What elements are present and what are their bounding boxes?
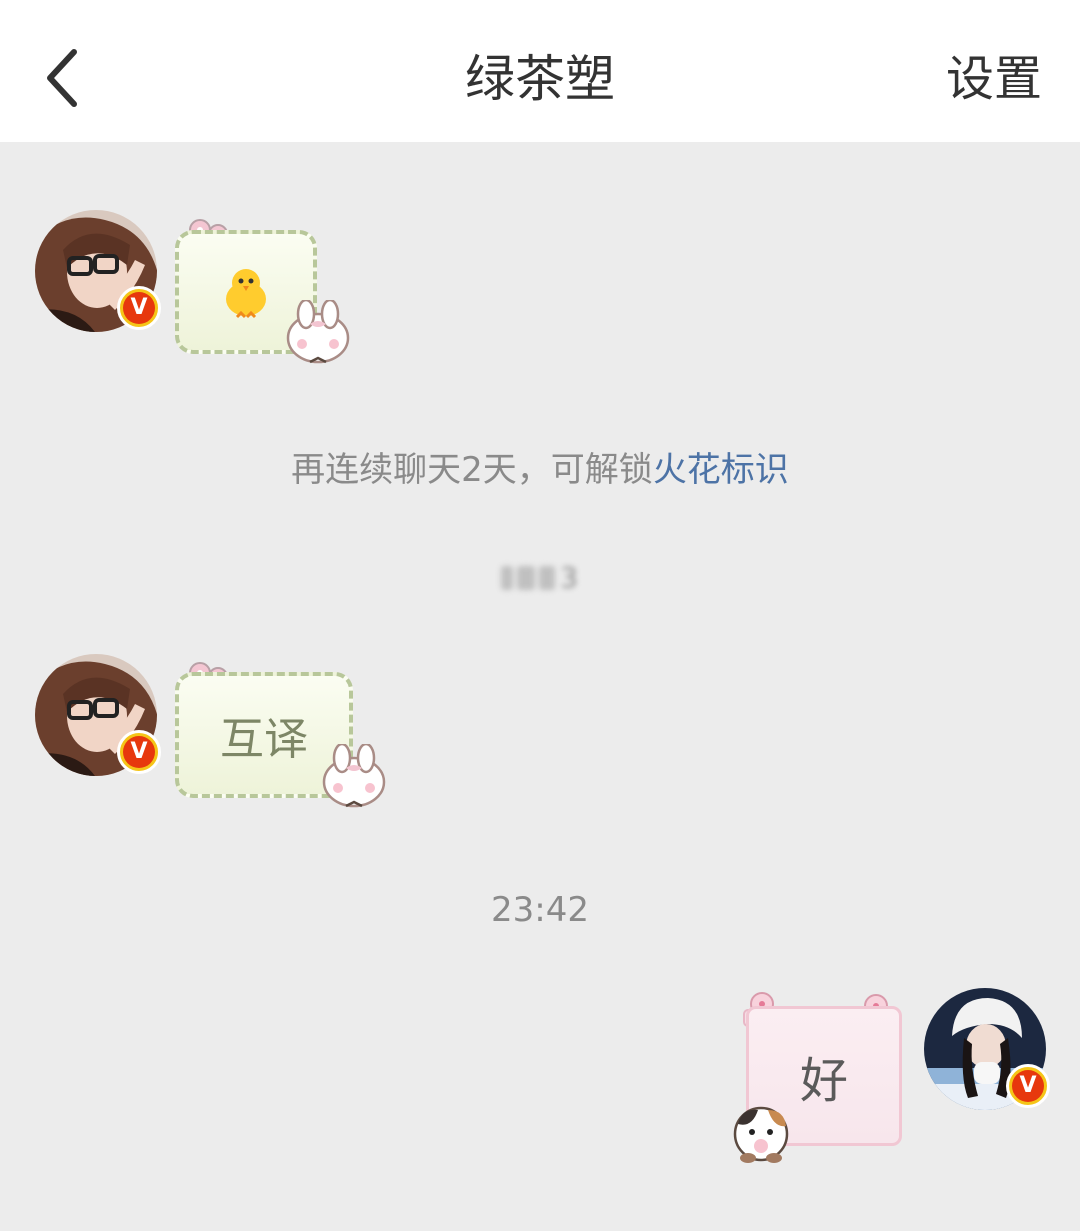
message-timestamp: 23:42 xyxy=(491,890,589,930)
verified-badge-icon: V xyxy=(1006,1064,1050,1108)
my-avatar[interactable]: V xyxy=(924,988,1050,1110)
chat-title: 绿茶塑 xyxy=(465,50,615,108)
message-text: 互译 xyxy=(220,714,308,765)
hamster-sticker-icon xyxy=(728,1094,794,1168)
chick-emoji-icon xyxy=(226,269,266,319)
blurred-timestamp: 3 xyxy=(496,562,584,594)
contact-avatar[interactable]: V xyxy=(35,654,161,776)
verified-badge-icon: V xyxy=(117,286,161,330)
spark-badge-link[interactable]: 火花标识 xyxy=(653,450,789,490)
streak-text: 再连续聊天2天，可解锁 xyxy=(291,450,653,490)
settings-button[interactable]: 设置 xyxy=(946,44,1042,114)
message-text: 好 xyxy=(799,1053,848,1109)
streak-notice: 再连续聊天2天，可解锁火花标识 xyxy=(0,446,1080,494)
bunny-sticker-icon xyxy=(320,742,388,818)
bunny-sticker-icon xyxy=(284,298,352,374)
contact-avatar[interactable]: V xyxy=(35,210,161,332)
nav-header: 绿茶塑 设置 xyxy=(0,0,1080,142)
verified-badge-icon: V xyxy=(117,730,161,774)
